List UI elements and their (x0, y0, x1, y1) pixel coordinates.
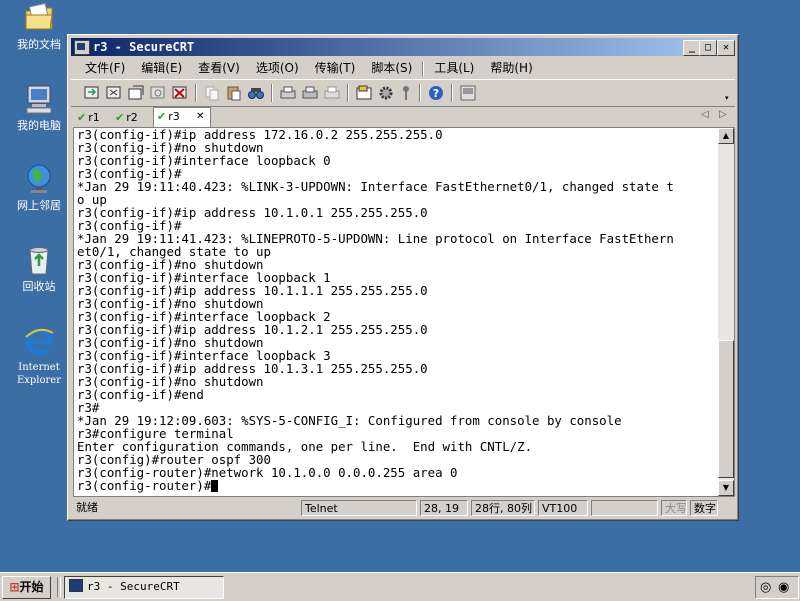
menu-separator (422, 61, 425, 76)
desktop-icon-my-documents[interactable]: 我的文档 (8, 2, 70, 51)
taskbar-button-securecrt[interactable]: r3 - SecureCRT (64, 576, 224, 599)
network-globe-icon (23, 163, 55, 195)
terminal-line: r3(config-if)#end (77, 387, 204, 402)
taskbar-separator (57, 577, 61, 597)
menu-view[interactable]: 查看(V) (190, 58, 248, 78)
scroll-down-arrow-icon[interactable]: ▼ (718, 480, 734, 496)
menu-transfer[interactable]: 传输(T) (307, 58, 364, 78)
desktop-icon-label: 回收站 (22, 280, 56, 293)
svg-text:?: ? (433, 87, 439, 100)
close-button[interactable]: ✕ (717, 40, 735, 56)
disconnect-icon[interactable] (171, 84, 189, 102)
tab-scroll-left-icon[interactable]: ◁ (701, 109, 709, 120)
toolbar-separator (347, 84, 349, 102)
reconnect-icon[interactable] (149, 84, 167, 102)
tab-label: r1 (88, 111, 100, 124)
system-tray: ◎ ◉ (755, 576, 799, 599)
tab-r1[interactable]: ✔ r1 (77, 109, 113, 127)
desktop-icon-label: 我的电脑 (17, 119, 61, 132)
desktop-icon-label: Internet Explorer (16, 362, 62, 386)
start-button[interactable]: ⊞开始 (2, 576, 51, 599)
menu-options[interactable]: 选项(O) (248, 58, 307, 78)
find-icon[interactable] (247, 84, 265, 102)
keymap-icon[interactable] (397, 84, 415, 102)
tab-r2[interactable]: ✔ r2 (115, 109, 151, 127)
print-icon[interactable] (279, 84, 297, 102)
desktop-icon-my-computer[interactable]: 我的电脑 (8, 83, 70, 132)
terminal-output[interactable]: r3(config-if)#ip address 172.16.0.2 255.… (73, 127, 720, 497)
desktop-icon-network[interactable]: 网上邻居 (8, 163, 70, 212)
menu-help[interactable]: 帮助(H) (482, 58, 540, 78)
paste-icon[interactable] (225, 84, 243, 102)
windows-logo-icon: ⊞ (9, 580, 20, 594)
status-empty-field (591, 500, 658, 516)
close-tab-icon[interactable]: ✕ (196, 108, 204, 126)
printer-icon[interactable] (323, 84, 341, 102)
status-caps-lock: 大写 (661, 500, 687, 516)
terminal-line: *Jan 29 19:11:40.423: %LINK-3-UPDOWN: In… (77, 179, 674, 194)
folder-icon (23, 2, 55, 34)
statusbar: 就绪 Telnet 28, 19 28行, 80列 VT100 大写 数字 (71, 498, 735, 518)
connected-check-icon: ✔ (157, 110, 167, 123)
global-options-icon[interactable] (377, 84, 395, 102)
connected-check-icon: ✔ (115, 111, 125, 124)
toolbar: ? ▾ (71, 79, 735, 107)
terminal-text: r3(config-if)#ip address 172.16.0.2 255.… (74, 128, 719, 492)
menu-tools[interactable]: 工具(L) (426, 58, 482, 78)
connect-in-tab-icon[interactable] (127, 84, 145, 102)
session-options-icon[interactable] (355, 84, 373, 102)
scroll-up-arrow-icon[interactable]: ▲ (718, 128, 734, 144)
desktop-icon-internet-explorer[interactable]: Internet Explorer (8, 325, 70, 387)
connected-check-icon: ✔ (77, 111, 87, 124)
scrollbar-thumb[interactable] (718, 340, 734, 478)
status-cursor-position: 28, 19 (420, 500, 468, 516)
menu-edit[interactable]: 编辑(E) (133, 58, 190, 78)
maximize-button[interactable]: □ (699, 40, 717, 56)
window-title: r3 - SecureCRT (93, 40, 195, 54)
status-ready: 就绪 (76, 501, 98, 514)
tab-scroll-right-icon[interactable]: ▷ (719, 109, 727, 120)
menu-file[interactable]: 文件(F) (71, 58, 133, 78)
computer-icon (23, 83, 55, 115)
tab-r3[interactable]: ✔ r3 ✕ (153, 107, 211, 127)
toolbar-separator (419, 84, 421, 102)
print-selection-icon[interactable] (301, 84, 319, 102)
recycle-bin-icon (23, 244, 55, 276)
connect-icon[interactable] (83, 84, 101, 102)
status-num-lock: 数字 (690, 500, 718, 516)
taskbar-button-label: r3 - SecureCRT (87, 580, 180, 593)
terminal-scrollbar[interactable]: ▲ ▼ (718, 127, 735, 497)
status-emulation: VT100 (538, 500, 588, 516)
securecrt-window: r3 - SecureCRT _ □ ✕ 文件(F) 编辑(E) 查看(V) 选项(O… (67, 34, 739, 521)
terminal-line: r3(config-router)# (77, 479, 719, 492)
window-titlebar[interactable]: r3 - SecureCRT _ □ ✕ (71, 38, 735, 56)
start-label: 开始 (19, 580, 44, 594)
internet-explorer-icon (23, 325, 55, 357)
taskbar: ⊞开始 r3 - SecureCRT ◎ ◉ (0, 572, 800, 601)
tray-volume-icon[interactable]: ◉ (778, 580, 789, 595)
help-icon[interactable]: ? (427, 84, 445, 102)
toolbar-separator (451, 84, 453, 102)
toolbar-separator (195, 84, 197, 102)
status-terminal-size: 28行, 80列 (471, 500, 535, 516)
desktop-icon-label: 我的文档 (17, 38, 61, 51)
toolbar-overflow-icon[interactable]: ▾ (725, 94, 729, 102)
terminal-cursor (211, 480, 219, 492)
tab-label: r3 (168, 110, 180, 123)
session-tabbar: ✔ r1 ✔ r2 ✔ r3 ✕ ◁ ▷ (71, 107, 735, 127)
quick-connect-icon[interactable] (105, 84, 123, 102)
tray-network-icon[interactable]: ◎ (760, 580, 771, 595)
sftp-icon[interactable] (459, 84, 477, 102)
securecrt-app-icon[interactable] (74, 40, 90, 55)
status-protocol: Telnet (301, 500, 417, 516)
copy-icon[interactable] (203, 84, 221, 102)
tab-label: r2 (126, 111, 138, 124)
securecrt-app-icon (69, 579, 83, 592)
desktop-icon-recycle-bin[interactable]: 回收站 (8, 244, 70, 293)
menubar: 文件(F) 编辑(E) 查看(V) 选项(O) 传输(T) 脚本(S) 工具(L) 帮助(H) (71, 58, 735, 78)
desktop-icon-label: 网上邻居 (17, 199, 61, 212)
toolbar-separator (271, 84, 273, 102)
menu-script[interactable]: 脚本(S) (363, 58, 420, 78)
